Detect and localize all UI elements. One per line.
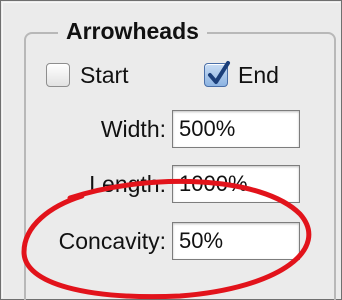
start-checkbox-label: Start [80, 62, 129, 88]
width-input[interactable] [172, 110, 300, 148]
concavity-input[interactable] [172, 222, 300, 260]
start-checkbox-row[interactable]: Start [46, 61, 129, 89]
width-label: Width: [100, 116, 166, 142]
concavity-label: Concavity: [58, 228, 166, 254]
start-checkbox[interactable] [46, 63, 70, 87]
length-input[interactable] [172, 165, 300, 203]
end-checkbox-row[interactable]: End [204, 61, 279, 89]
arrowheads-group-title: Arrowheads [58, 16, 207, 46]
end-checkbox[interactable] [204, 61, 230, 87]
checkmark-icon [208, 61, 230, 84]
length-label: Length: [89, 171, 166, 197]
end-checkbox-label: End [238, 62, 279, 88]
